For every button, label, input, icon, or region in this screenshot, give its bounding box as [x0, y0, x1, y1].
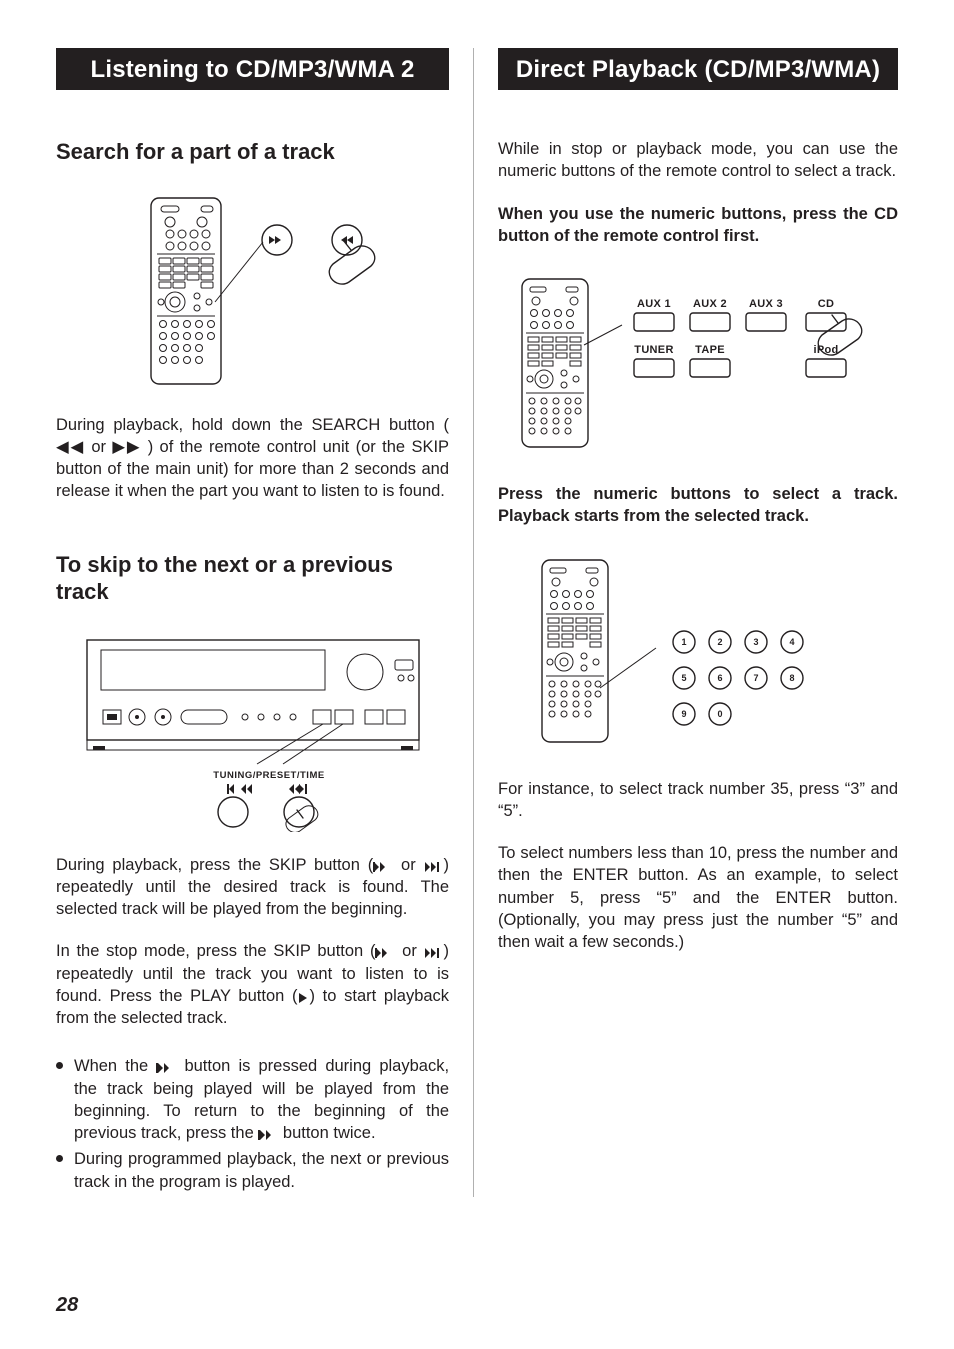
direct-less10: To select numbers less than 10, press th…	[498, 842, 898, 953]
skip-bullets: When the button is pressed during playba…	[56, 1055, 449, 1197]
figure-front-panel: TUNING/PRESET/TIME	[56, 632, 449, 832]
tuning-label: TUNING/PRESET/TIME	[213, 770, 324, 781]
svg-text:8: 8	[789, 673, 794, 683]
svg-text:AUX 1: AUX 1	[637, 298, 671, 310]
direct-note1: When you use the numeric buttons, press …	[498, 203, 898, 248]
skip-back-icon	[258, 1130, 278, 1140]
svg-text:5: 5	[681, 673, 686, 683]
svg-text:3: 3	[753, 637, 758, 647]
right-headband: Direct Playback (CD/MP3/WMA)	[498, 48, 898, 90]
svg-text:2: 2	[717, 637, 722, 647]
skip-para2: In the stop mode, press the SKIP button …	[56, 940, 449, 1029]
skip-fwd-icon	[424, 948, 444, 958]
search-para: During playback, hold down the SEARCH bu…	[56, 414, 449, 503]
figure-source-buttons: AUX 1 AUX 2 AUX 3 CD TUNER TAPE iPod	[518, 275, 898, 451]
direct-intro: While in stop or playback mode, you can …	[498, 138, 898, 183]
figure-remote-search	[56, 192, 449, 392]
svg-text:4: 4	[789, 637, 794, 647]
skip-back-icon	[375, 948, 395, 958]
svg-text:TAPE: TAPE	[695, 344, 725, 356]
direct-example: For instance, to select track number 35,…	[498, 778, 898, 823]
svg-text:9: 9	[681, 709, 686, 719]
skip-para1: During playback, press the SKIP button (…	[56, 854, 449, 921]
left-headband: Listening to CD/MP3/WMA 2	[56, 48, 449, 90]
skip-fwd-icon	[424, 862, 444, 872]
bullet-1: When the button is pressed during playba…	[56, 1055, 449, 1144]
svg-text:CD: CD	[818, 298, 835, 310]
skip-back-icon	[373, 862, 393, 872]
column-divider	[473, 48, 474, 1197]
svg-text:0: 0	[717, 709, 722, 719]
direct-note2: Press the numeric buttons to select a tr…	[498, 483, 898, 528]
svg-text:1: 1	[681, 637, 686, 647]
bullet-2: During programmed playback, the next or …	[56, 1148, 449, 1193]
skip-heading: To skip to the next or a previous track	[56, 551, 449, 606]
svg-text:TUNER: TUNER	[634, 344, 673, 356]
svg-text:AUX 3: AUX 3	[749, 298, 783, 310]
search-heading: Search for a part of a track	[56, 138, 449, 166]
svg-text:7: 7	[753, 673, 758, 683]
svg-text:AUX 2: AUX 2	[693, 298, 727, 310]
figure-numpad: 1 2 3 4 5 6 7 8 9 0	[538, 556, 898, 746]
skip-back-icon	[156, 1063, 176, 1073]
play-icon	[298, 993, 310, 1003]
svg-text:6: 6	[717, 673, 722, 683]
page-number: 28	[56, 1294, 78, 1317]
